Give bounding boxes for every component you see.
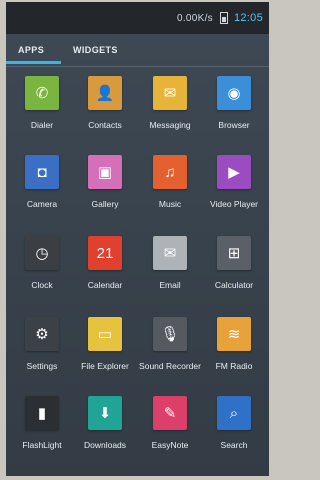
messaging-icon-glyph: ✉ — [163, 84, 177, 102]
app-label: Downloads — [83, 440, 127, 450]
app-flashlight[interactable]: ▮ FlashLight — [10, 396, 74, 450]
app-gallery[interactable]: ▣ Gallery — [73, 155, 137, 209]
note-icon: ✎ — [153, 396, 187, 430]
radio-icon: ≋ — [217, 317, 251, 351]
settings-icon-glyph: ⚙ — [35, 325, 49, 343]
phone-icon: ✆ — [25, 76, 59, 110]
radio-icon-glyph: ≋ — [227, 325, 241, 343]
app-label: FlashLight — [22, 440, 62, 450]
app-music[interactable]: ♫ Music — [138, 155, 202, 209]
email-icon-glyph: ✉ — [163, 244, 177, 262]
battery-icon — [219, 12, 228, 24]
microphone-icon-glyph: 🎙 — [160, 325, 180, 343]
app-camera[interactable]: ◘ Camera — [10, 155, 74, 209]
note-icon-glyph: ✎ — [163, 404, 177, 422]
clock-icon: ◷ — [25, 236, 59, 270]
status-bar: 0.00K/s 12:05 — [6, 2, 269, 34]
phone-icon-glyph: ✆ — [35, 84, 49, 102]
settings-icon: ⚙ — [25, 317, 59, 351]
contacts-icon-glyph: 👤 — [95, 84, 115, 102]
clock-icon-glyph: ◷ — [35, 244, 49, 262]
flashlight-icon-glyph: ▮ — [37, 404, 47, 422]
app-search[interactable]: ⌕ Search — [202, 396, 266, 450]
folder-icon-glyph: ▭ — [97, 325, 113, 343]
browser-icon-glyph: ◉ — [227, 84, 241, 102]
download-icon: ⬇ — [88, 396, 122, 430]
music-icon-glyph: ♫ — [164, 163, 176, 181]
app-label: Camera — [26, 199, 58, 209]
app-label: Email — [159, 280, 181, 290]
app-label: Browser — [218, 120, 250, 130]
camera-icon: ◘ — [25, 155, 59, 189]
app-sound-recorder[interactable]: 🎙 Sound Recorder — [138, 317, 202, 371]
search-icon: ⌕ — [217, 396, 251, 430]
calendar-icon-glyph: 21 — [96, 244, 114, 262]
app-label: Search — [220, 440, 248, 450]
gallery-icon-glyph: ▣ — [97, 163, 113, 181]
app-label: Contacts — [88, 120, 122, 130]
tab-widgets[interactable]: WIDGETS — [73, 45, 118, 55]
app-label: Dialer — [30, 120, 54, 130]
app-settings[interactable]: ⚙ Settings — [10, 317, 74, 371]
app-label: File Explorer — [81, 361, 129, 371]
folder-icon: ▭ — [88, 317, 122, 351]
app-video-player[interactable]: ▶ Video Player — [202, 155, 266, 209]
app-calendar[interactable]: 21 Calendar — [73, 236, 137, 290]
download-icon-glyph: ⬇ — [98, 404, 112, 422]
network-speed: 0.00K/s — [176, 12, 213, 24]
app-label: Calculator — [214, 280, 254, 290]
email-icon: ✉ — [153, 236, 187, 270]
gallery-icon: ▣ — [88, 155, 122, 189]
video-icon: ▶ — [217, 155, 251, 189]
app-label: Music — [158, 199, 182, 209]
music-icon: ♫ — [153, 155, 187, 189]
app-label: FM Radio — [215, 361, 253, 371]
app-easynote[interactable]: ✎ EasyNote — [138, 396, 202, 450]
tab-apps[interactable]: APPS — [18, 45, 44, 55]
app-label: Settings — [26, 361, 58, 371]
app-downloads[interactable]: ⬇ Downloads — [73, 396, 137, 450]
camera-icon-glyph: ◘ — [37, 163, 47, 181]
app-calculator[interactable]: ⊞ Calculator — [202, 236, 266, 290]
tab-selected-indicator — [6, 61, 61, 64]
app-fm-radio[interactable]: ≋ FM Radio — [202, 317, 266, 371]
phone-screen: 0.00K/s 12:05 APPS WIDGETS ✆ Dialer 👤 Conta… — [6, 2, 269, 476]
browser-icon: ◉ — [217, 76, 251, 110]
app-label: Clock — [31, 280, 53, 290]
app-messaging[interactable]: ✉ Messaging — [138, 76, 202, 130]
video-icon-glyph: ▶ — [228, 163, 240, 181]
app-browser[interactable]: ◉ Browser — [202, 76, 266, 130]
calculator-icon-glyph: ⊞ — [227, 244, 241, 262]
microphone-icon: 🎙 — [153, 317, 187, 351]
app-clock[interactable]: ◷ Clock — [10, 236, 74, 290]
app-label: Messaging — [149, 120, 191, 130]
calculator-icon: ⊞ — [217, 236, 251, 270]
app-label: EasyNote — [151, 440, 189, 450]
app-email[interactable]: ✉ Email — [138, 236, 202, 290]
search-icon-glyph: ⌕ — [229, 404, 239, 422]
app-contacts[interactable]: 👤 Contacts — [73, 76, 137, 130]
calendar-icon: 21 — [88, 236, 122, 270]
messaging-icon: ✉ — [153, 76, 187, 110]
app-dialer[interactable]: ✆ Dialer — [10, 76, 74, 130]
contacts-icon: 👤 — [88, 76, 122, 110]
app-label: Sound Recorder — [139, 361, 201, 371]
flashlight-icon: ▮ — [25, 396, 59, 430]
clock-time: 12:05 — [233, 12, 263, 24]
app-label: Video Player — [209, 199, 259, 209]
app-label: Gallery — [91, 199, 119, 209]
app-file-explorer[interactable]: ▭ File Explorer — [73, 317, 137, 371]
app-label: Calendar — [87, 280, 123, 290]
